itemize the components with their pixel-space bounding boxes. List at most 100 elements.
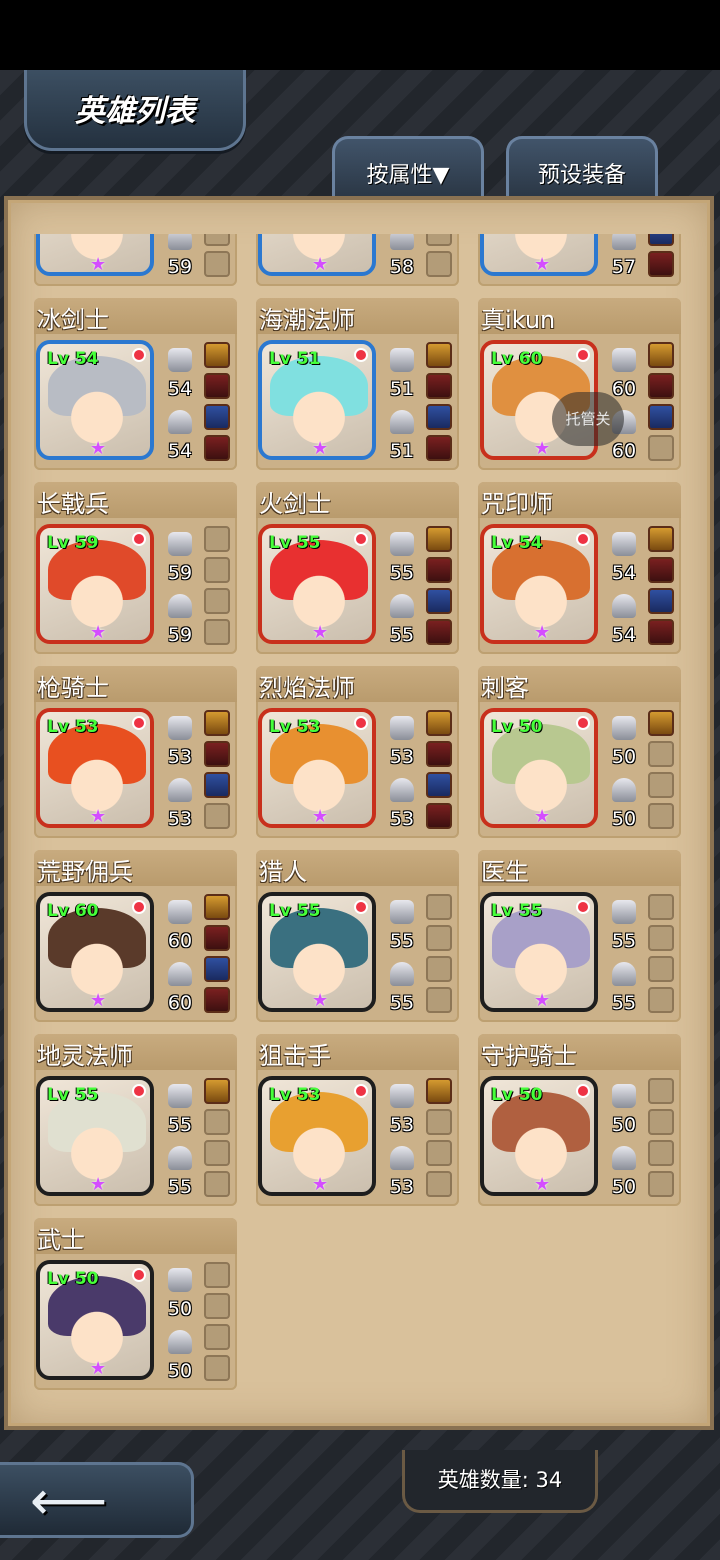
equipment-slot-empty[interactable] (426, 925, 452, 951)
equipment-slot-filled[interactable] (426, 710, 452, 736)
equipment-slot-empty[interactable] (426, 234, 452, 246)
hero-portrait[interactable]: Lv 50 ★ (480, 1076, 598, 1196)
hero-card[interactable]: 枪骑士 Lv 53 ★ 53 53 (34, 666, 237, 838)
hero-card[interactable]: 冰剑士 Lv 54 ★ 54 54 (34, 298, 237, 470)
equipment-slot-filled[interactable] (426, 741, 452, 767)
hero-card[interactable]: 医生 Lv 55 ★ 55 55 (478, 850, 681, 1022)
equipment-slot-empty[interactable] (204, 1324, 230, 1350)
equipment-slot-filled[interactable] (204, 1078, 230, 1104)
equipment-slot-filled[interactable] (204, 342, 230, 368)
equipment-slot-empty[interactable] (204, 1109, 230, 1135)
equipment-slot-filled[interactable] (426, 404, 452, 430)
equipment-slot-empty[interactable] (648, 741, 674, 767)
equipment-slot-empty[interactable] (426, 956, 452, 982)
equipment-slot-filled[interactable] (648, 373, 674, 399)
equipment-slot-filled[interactable] (204, 925, 230, 951)
hero-card[interactable]: 刺客 Lv 50 ★ 50 50 (478, 666, 681, 838)
equipment-slot-empty[interactable] (648, 987, 674, 1013)
equipment-slot-filled[interactable] (204, 710, 230, 736)
hero-portrait[interactable]: Lv 60 ★ (36, 892, 154, 1012)
equipment-slot-empty[interactable] (648, 1140, 674, 1166)
hero-portrait[interactable]: Lv 53 ★ (258, 708, 376, 828)
equipment-slot-filled[interactable] (648, 404, 674, 430)
hero-portrait[interactable]: Lv 54 ★ (480, 524, 598, 644)
equipment-slot-empty[interactable] (426, 1171, 452, 1197)
equipment-slot-filled[interactable] (204, 987, 230, 1013)
hero-portrait[interactable]: ★ (258, 234, 376, 276)
equipment-slot-empty[interactable] (204, 526, 230, 552)
equipment-slot-empty[interactable] (648, 925, 674, 951)
hero-portrait[interactable]: Lv 50 ★ (480, 708, 598, 828)
equipment-slot-filled[interactable] (204, 741, 230, 767)
equipment-slot-filled[interactable] (648, 342, 674, 368)
equipment-slot-empty[interactable] (204, 1140, 230, 1166)
equipment-slot-filled[interactable] (426, 373, 452, 399)
hero-card[interactable]: 守护骑士 Lv 50 ★ 50 50 (478, 1034, 681, 1206)
equipment-slot-empty[interactable] (204, 1293, 230, 1319)
equipment-slot-empty[interactable] (426, 251, 452, 277)
sort-by-attribute-tab[interactable]: 按属性▼ (332, 136, 484, 199)
equipment-slot-empty[interactable] (426, 1140, 452, 1166)
hero-portrait[interactable]: Lv 59 ★ (36, 524, 154, 644)
back-button[interactable]: ⟵ (0, 1462, 194, 1538)
equipment-slot-empty[interactable] (648, 1109, 674, 1135)
equipment-slot-filled[interactable] (204, 373, 230, 399)
equipment-slot-empty[interactable] (648, 803, 674, 829)
equipment-slot-filled[interactable] (648, 526, 674, 552)
hero-portrait[interactable]: Lv 50 ★ (36, 1260, 154, 1380)
hero-card[interactable]: 地灵法师 Lv 55 ★ 55 55 (34, 1034, 237, 1206)
preset-equipment-tab[interactable]: 预设装备 (506, 136, 658, 199)
hero-card[interactable]: 咒印师 Lv 54 ★ 54 54 (478, 482, 681, 654)
equipment-slot-filled[interactable] (204, 404, 230, 430)
hero-portrait[interactable]: Lv 55 ★ (258, 524, 376, 644)
equipment-slot-filled[interactable] (426, 772, 452, 798)
equipment-slot-empty[interactable] (204, 1171, 230, 1197)
equipment-slot-empty[interactable] (204, 234, 230, 246)
equipment-slot-filled[interactable] (426, 619, 452, 645)
equipment-slot-filled[interactable] (204, 956, 230, 982)
equipment-slot-filled[interactable] (648, 557, 674, 583)
equipment-slot-empty[interactable] (204, 1262, 230, 1288)
equipment-slot-filled[interactable] (204, 435, 230, 461)
equipment-slot-filled[interactable] (426, 342, 452, 368)
equipment-slot-filled[interactable] (426, 435, 452, 461)
equipment-slot-empty[interactable] (648, 894, 674, 920)
hero-card[interactable]: 海潮法师 Lv 51 ★ 51 51 (256, 298, 459, 470)
equipment-slot-empty[interactable] (426, 894, 452, 920)
equipment-slot-filled[interactable] (426, 526, 452, 552)
equipment-slot-empty[interactable] (648, 772, 674, 798)
hero-card[interactable]: 火剑士 Lv 55 ★ 55 55 (256, 482, 459, 654)
equipment-slot-empty[interactable] (426, 987, 452, 1013)
hero-card[interactable]: ★ 59 (34, 234, 237, 286)
hero-card[interactable]: 烈焰法师 Lv 53 ★ 53 53 (256, 666, 459, 838)
hero-card[interactable]: 武士 Lv 50 ★ 50 50 (34, 1218, 237, 1390)
hero-portrait[interactable]: Lv 55 ★ (258, 892, 376, 1012)
equipment-slot-empty[interactable] (204, 588, 230, 614)
equipment-slot-filled[interactable] (426, 588, 452, 614)
equipment-slot-empty[interactable] (204, 557, 230, 583)
equipment-slot-empty[interactable] (204, 803, 230, 829)
hero-portrait[interactable]: ★ (480, 234, 598, 276)
hero-card[interactable]: 狙击手 Lv 53 ★ 53 53 (256, 1034, 459, 1206)
equipment-slot-empty[interactable] (204, 1355, 230, 1381)
equipment-slot-filled[interactable] (204, 772, 230, 798)
hero-portrait[interactable]: Lv 55 ★ (480, 892, 598, 1012)
hero-portrait[interactable]: Lv 51 ★ (258, 340, 376, 460)
equipment-slot-filled[interactable] (426, 1078, 452, 1104)
equipment-slot-empty[interactable] (648, 1171, 674, 1197)
equipment-slot-empty[interactable] (648, 956, 674, 982)
hero-portrait[interactable]: Lv 55 ★ (36, 1076, 154, 1196)
equipment-slot-filled[interactable] (648, 619, 674, 645)
equipment-slot-filled[interactable] (648, 234, 674, 246)
equipment-slot-empty[interactable] (204, 619, 230, 645)
hero-card[interactable]: ★ 57 (478, 234, 681, 286)
hero-card[interactable]: 荒野佣兵 Lv 60 ★ 60 60 (34, 850, 237, 1022)
equipment-slot-filled[interactable] (648, 588, 674, 614)
equipment-slot-empty[interactable] (426, 1109, 452, 1135)
hero-card[interactable]: 长戟兵 Lv 59 ★ 59 59 (34, 482, 237, 654)
hero-portrait[interactable]: Lv 53 ★ (258, 1076, 376, 1196)
hero-portrait[interactable]: Lv 53 ★ (36, 708, 154, 828)
hero-card[interactable]: 猎人 Lv 55 ★ 55 55 (256, 850, 459, 1022)
equipment-slot-filled[interactable] (648, 710, 674, 736)
equipment-slot-filled[interactable] (648, 251, 674, 277)
